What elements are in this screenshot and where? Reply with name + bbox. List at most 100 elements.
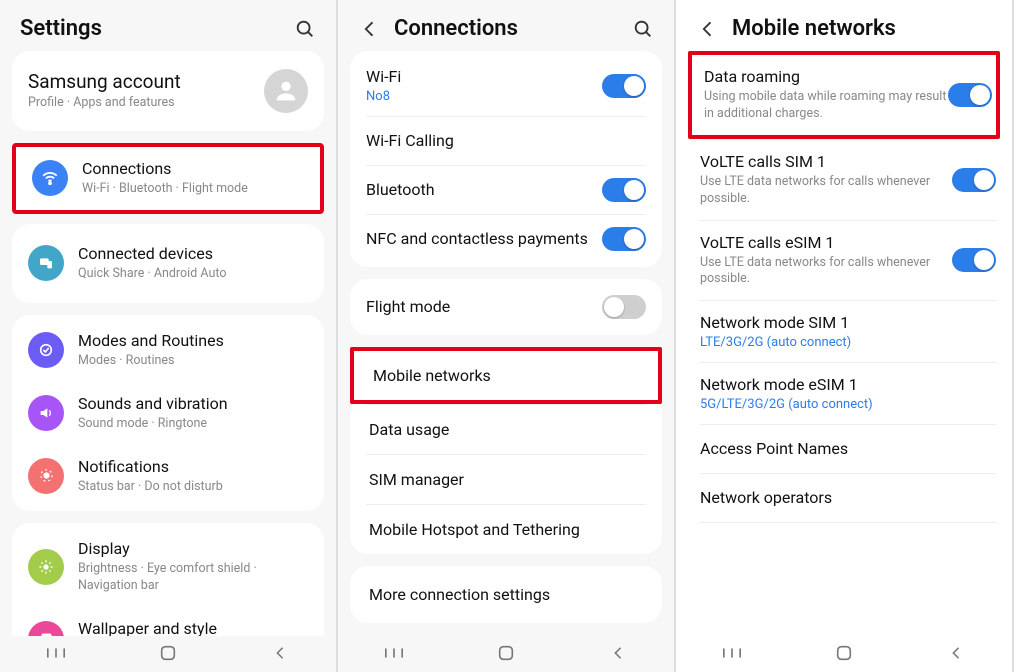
devices-icon: [28, 245, 64, 281]
account-sub: Profile · Apps and features: [28, 95, 264, 112]
mobile-networks-content: Data roaming Using mobile data while roa…: [676, 51, 1012, 636]
page-title: Mobile networks: [732, 16, 992, 41]
back-icon[interactable]: [696, 19, 720, 39]
network-operators-row[interactable]: Network operators: [688, 474, 1000, 522]
mobile-networks-header: Mobile networks: [676, 0, 1012, 51]
sound-icon: [28, 395, 64, 431]
nav-back-icon[interactable]: [266, 644, 294, 662]
more-settings-row[interactable]: More connection settings: [350, 570, 662, 619]
routines-icon: [28, 332, 64, 368]
item-title: Network mode eSIM 1: [700, 375, 996, 395]
network-mode-sim1-row[interactable]: Network mode SIM 1 LTE/3G/2G (auto conne…: [688, 301, 1000, 362]
nav-home-icon[interactable]: [154, 644, 182, 662]
hotspot-row[interactable]: Mobile Hotspot and Tethering: [350, 505, 662, 554]
item-title: Display: [78, 539, 308, 559]
item-title: Mobile Hotspot and Tethering: [369, 520, 580, 539]
volte-esim1-row[interactable]: VoLTE calls eSIM 1 Use LTE data networks…: [688, 221, 1000, 301]
connections-item[interactable]: Connections Wi-Fi · Bluetooth · Flight m…: [12, 143, 324, 214]
item-sub: Brightness · Eye comfort shield · Naviga…: [78, 561, 308, 595]
search-icon[interactable]: [294, 18, 316, 40]
connections-content: Wi-Fi No8 Wi-Fi Calling Bluetooth NFC an…: [338, 51, 674, 636]
wifi-toggle[interactable]: [602, 74, 646, 98]
sounds-item[interactable]: Sounds and vibration Sound mode · Ringto…: [12, 382, 324, 445]
volte-sim1-row[interactable]: VoLTE calls SIM 1 Use LTE data networks …: [688, 140, 1000, 220]
notifications-icon: [28, 458, 64, 494]
item-title: Notifications: [78, 457, 308, 477]
search-icon[interactable]: [632, 18, 654, 40]
item-sub: Use LTE data networks for calls whenever…: [700, 255, 952, 289]
display-icon: [28, 549, 64, 585]
modes-item[interactable]: Modes and Routines Modes · Routines: [12, 319, 324, 382]
flight-mode-toggle[interactable]: [602, 295, 646, 319]
nfc-toggle[interactable]: [602, 227, 646, 251]
data-usage-row[interactable]: Data usage: [350, 405, 662, 454]
nav-bar: [0, 636, 336, 672]
apn-row[interactable]: Access Point Names: [688, 425, 1000, 473]
wallpaper-item[interactable]: Wallpaper and style Wallpapers · Colour …: [12, 607, 324, 636]
connections-header: Connections: [338, 0, 674, 51]
wifi-icon: [32, 160, 68, 196]
network-mode-esim1-row[interactable]: Network mode eSIM 1 5G/LTE/3G/2G (auto c…: [688, 363, 1000, 424]
item-sub: Use LTE data networks for calls whenever…: [700, 174, 952, 208]
notifications-item[interactable]: Notifications Status bar · Do not distur…: [12, 445, 324, 508]
wifi-network: No8: [366, 89, 602, 104]
item-title: Mobile networks: [373, 366, 491, 385]
item-title: Sounds and vibration: [78, 394, 308, 414]
nav-recents-icon[interactable]: [380, 644, 408, 662]
item-title: VoLTE calls SIM 1: [700, 152, 952, 172]
back-icon[interactable]: [358, 19, 382, 39]
settings-pane: Settings Samsung account Profile · Apps …: [0, 0, 338, 672]
nav-home-icon[interactable]: [492, 644, 520, 662]
account-card[interactable]: Samsung account Profile · Apps and featu…: [12, 51, 324, 131]
item-title: Access Point Names: [700, 439, 996, 459]
page-title: Connections: [394, 16, 632, 41]
volte-esim1-toggle[interactable]: [952, 248, 996, 272]
display-item[interactable]: Display Brightness · Eye comfort shield …: [12, 527, 324, 607]
nav-recents-icon[interactable]: [42, 644, 70, 662]
mobile-networks-row[interactable]: Mobile networks: [350, 347, 662, 404]
item-title: Wallpaper and style: [78, 619, 308, 636]
item-title: NFC and contactless payments: [366, 229, 602, 249]
item-sub: Sound mode · Ringtone: [78, 416, 308, 433]
nav-back-icon[interactable]: [942, 644, 970, 662]
item-title: Network operators: [700, 488, 996, 508]
item-title: VoLTE calls eSIM 1: [700, 233, 952, 253]
item-title: Connected devices: [78, 244, 308, 264]
item-sub: Status bar · Do not disturb: [78, 479, 308, 496]
wifi-label: Wi-Fi: [366, 67, 602, 87]
item-title: Data usage: [369, 420, 449, 439]
item-title: SIM manager: [369, 470, 464, 489]
nav-home-icon[interactable]: [830, 644, 858, 662]
item-sub: Using mobile data while roaming may resu…: [704, 89, 948, 123]
item-title: Wi-Fi Calling: [366, 131, 646, 151]
wifi-calling-row[interactable]: Wi-Fi Calling: [350, 117, 662, 165]
bluetooth-row[interactable]: Bluetooth: [350, 166, 662, 214]
mobile-networks-pane: Mobile networks Data roaming Using mobil…: [676, 0, 1014, 672]
nav-back-icon[interactable]: [604, 644, 632, 662]
data-roaming-row[interactable]: Data roaming Using mobile data while roa…: [688, 51, 1000, 139]
avatar-icon: [264, 69, 308, 113]
item-link: 5G/LTE/3G/2G (auto connect): [700, 397, 996, 412]
volte-sim1-toggle[interactable]: [952, 168, 996, 192]
page-title: Settings: [20, 16, 294, 41]
item-link: LTE/3G/2G (auto connect): [700, 335, 996, 350]
account-title: Samsung account: [28, 70, 264, 94]
data-roaming-toggle[interactable]: [948, 83, 992, 107]
sim-manager-row[interactable]: SIM manager: [350, 455, 662, 504]
bluetooth-toggle[interactable]: [602, 178, 646, 202]
settings-header: Settings: [0, 0, 336, 51]
flight-mode-row[interactable]: Flight mode: [350, 283, 662, 331]
item-title: Modes and Routines: [78, 331, 308, 351]
nav-recents-icon[interactable]: [718, 644, 746, 662]
item-sub: Wi-Fi · Bluetooth · Flight mode: [82, 181, 304, 198]
item-sub: Modes · Routines: [78, 353, 308, 370]
nav-bar: [338, 636, 674, 672]
connections-pane: Connections Wi-Fi No8 Wi-Fi Calling Blue…: [338, 0, 676, 672]
item-title: Connections: [82, 159, 304, 179]
nfc-row[interactable]: NFC and contactless payments: [350, 215, 662, 263]
item-sub: Quick Share · Android Auto: [78, 266, 308, 283]
connected-devices-item[interactable]: Connected devices Quick Share · Android …: [12, 232, 324, 295]
wallpaper-icon: [28, 621, 64, 636]
wifi-row[interactable]: Wi-Fi No8: [350, 55, 662, 116]
item-title: Data roaming: [704, 67, 948, 87]
